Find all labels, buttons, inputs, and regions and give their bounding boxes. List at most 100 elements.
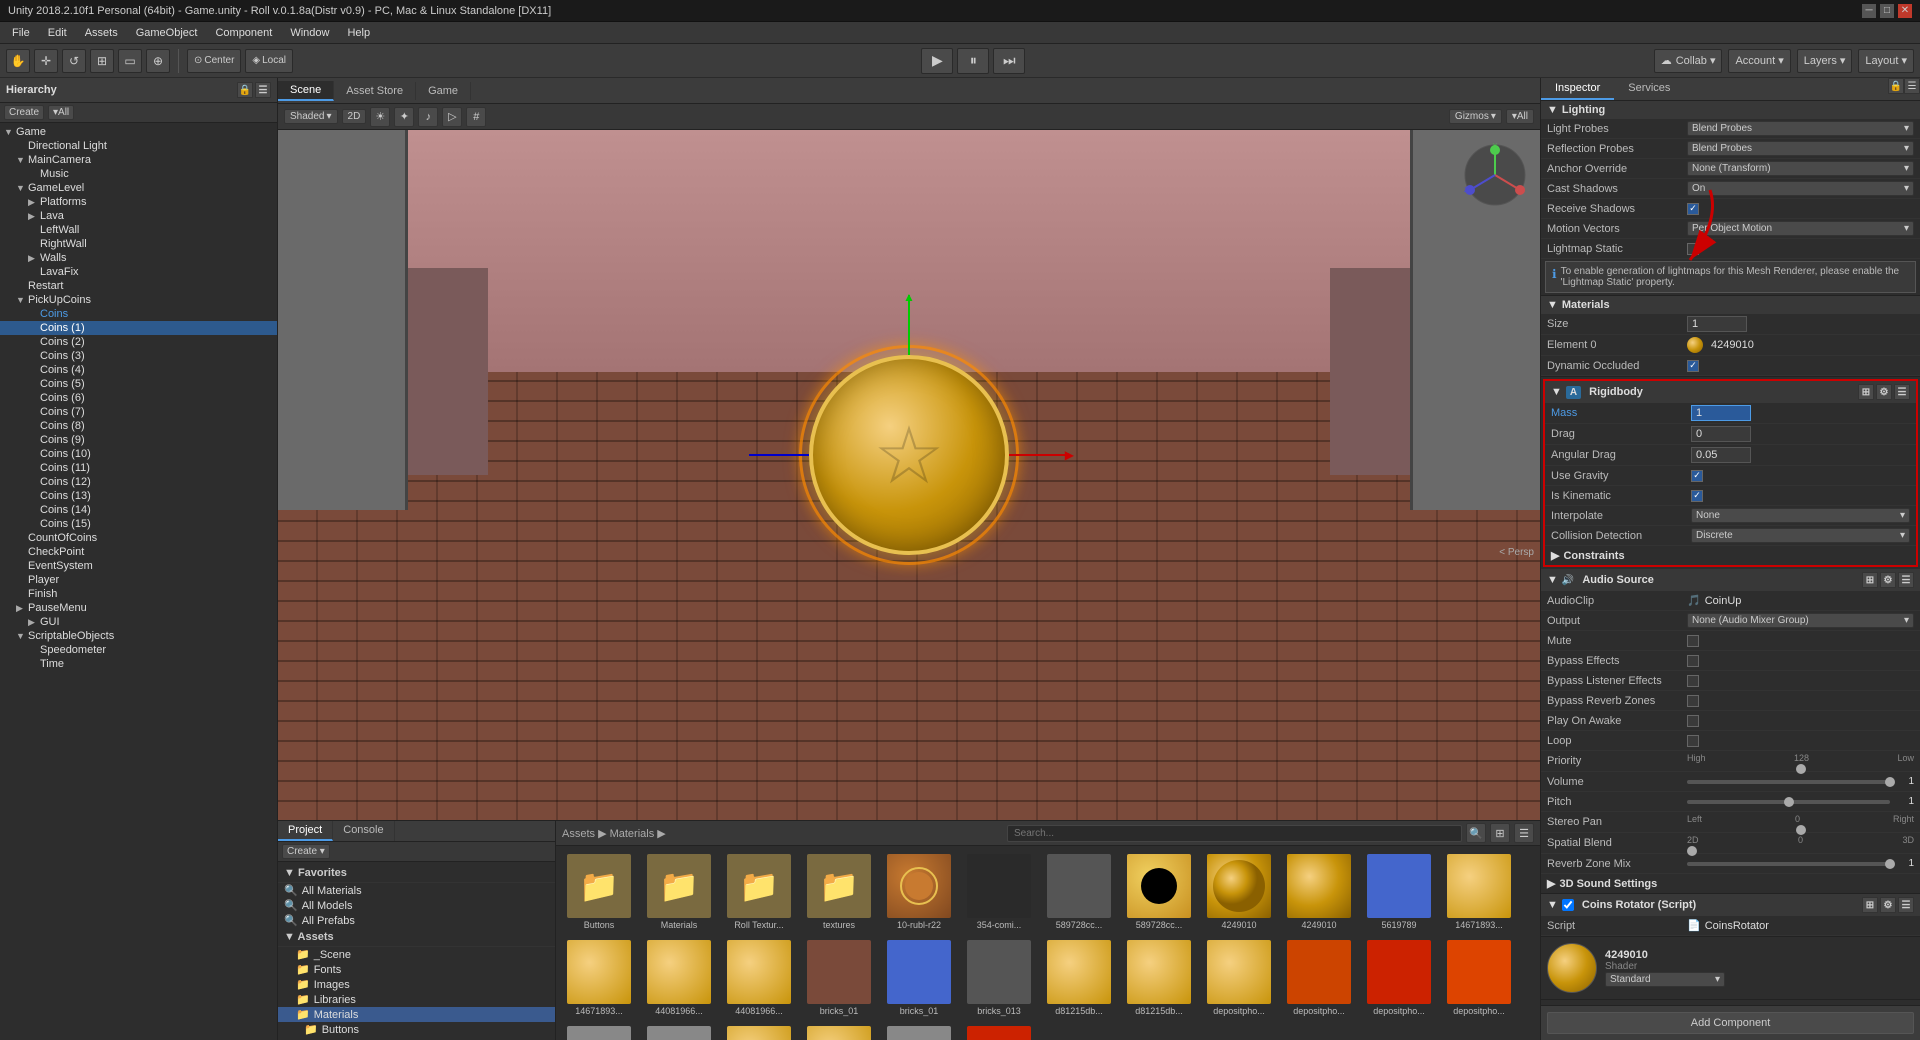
asset-14671893-1[interactable]: 14671893...: [1442, 852, 1516, 932]
asset-10rubl[interactable]: 10-rubl-r22: [882, 852, 956, 932]
asset-d81215db-2[interactable]: d81215db...: [1122, 938, 1196, 1018]
3d-sound-header[interactable]: ▶ 3D Sound Settings: [1541, 874, 1920, 893]
fav-all-materials[interactable]: 🔍 All Materials: [278, 883, 555, 898]
center-button[interactable]: ⊙ Center: [187, 49, 241, 73]
anchor-override-value[interactable]: None (Transform) ▾: [1687, 161, 1914, 176]
coins-rotator-header[interactable]: ▼ Coins Rotator (Script) ⊞ ⚙ ☰: [1541, 894, 1920, 916]
audio-settings-btn[interactable]: ⚙: [1880, 572, 1896, 588]
asset-depositpho-2[interactable]: depositpho...: [1282, 938, 1356, 1018]
h-item-finish[interactable]: Finish: [0, 587, 277, 601]
hierarchy-menu-button[interactable]: ☰: [255, 82, 271, 98]
h-item-speedometer[interactable]: Speedometer: [0, 643, 277, 657]
h-item-directional-light[interactable]: Directional Light: [0, 139, 277, 153]
menu-gameobject[interactable]: GameObject: [128, 25, 206, 41]
add-component-button[interactable]: Add Component: [1547, 1012, 1914, 1034]
asset-textures-folder[interactable]: 📁 textures: [802, 852, 876, 932]
h-item-coins-9[interactable]: Coins (9): [0, 433, 277, 447]
audioclip-value[interactable]: 🎵 CoinUp: [1687, 594, 1914, 607]
all-filter-dropdown[interactable]: ▾All: [1506, 109, 1534, 124]
fx-toggle[interactable]: ✦: [394, 107, 414, 127]
priority-slider-thumb[interactable]: [1796, 764, 1806, 774]
menu-window[interactable]: Window: [282, 25, 337, 41]
fav-scene[interactable]: 📁 _Scene: [278, 947, 555, 962]
h-item-coins-11[interactable]: Coins (11): [0, 461, 277, 475]
assets-search-input[interactable]: [1007, 825, 1462, 842]
motion-vectors-dropdown[interactable]: Per Object Motion ▾: [1687, 221, 1914, 236]
rigidbody-more-btn[interactable]: ☰: [1894, 384, 1910, 400]
bypass-reverb-checkbox[interactable]: [1687, 695, 1699, 707]
scene-gizmo[interactable]: Y X Z: [1460, 140, 1530, 210]
light-probes-dropdown[interactable]: Blend Probes ▾: [1687, 121, 1914, 136]
collision-detection-value[interactable]: Discrete ▾: [1691, 528, 1910, 543]
use-gravity-checkbox[interactable]: ✓: [1691, 470, 1703, 482]
fav-images[interactable]: 📁 Images: [278, 977, 555, 992]
coins-rotator-settings-btn[interactable]: ⚙: [1880, 897, 1896, 913]
asset-maxresdefa[interactable]: maxresdefa...: [962, 1024, 1036, 1040]
fav-buttons[interactable]: 📁 Buttons: [278, 1022, 555, 1037]
pitch-slider[interactable]: [1687, 800, 1890, 804]
lightmap-static-checkbox[interactable]: [1687, 243, 1699, 255]
h-item-checkpoint[interactable]: CheckPoint: [0, 545, 277, 559]
h-item-time[interactable]: Time: [0, 657, 277, 671]
h-item-coins-8[interactable]: Coins (8): [0, 419, 277, 433]
pitch-thumb[interactable]: [1784, 797, 1794, 807]
asset-44081966-1[interactable]: 44081966...: [642, 938, 716, 1018]
h-item-pausemenu[interactable]: ▶ PauseMenu: [0, 601, 277, 615]
menu-component[interactable]: Component: [207, 25, 280, 41]
asset-kirpich[interactable]: Kirpich_dli...: [882, 1024, 956, 1040]
h-item-game[interactable]: ▼ Game: [0, 125, 277, 139]
bypass-listener-checkbox[interactable]: [1687, 675, 1699, 687]
asset-44081966-2[interactable]: 44081966...: [722, 938, 796, 1018]
asset-5619789[interactable]: 5619789: [1362, 852, 1436, 932]
spatial-thumb[interactable]: [1687, 846, 1697, 856]
tab-services[interactable]: Services: [1614, 78, 1684, 100]
h-item-maincamera[interactable]: ▼ MainCamera: [0, 153, 277, 167]
tool-move[interactable]: ✛: [34, 49, 58, 73]
lighting-section-header[interactable]: ▼ Lighting: [1541, 101, 1920, 119]
coin-object[interactable]: ☆ ▲ ▶: [809, 355, 1009, 555]
asset-depositpho-1[interactable]: depositpho...: [1202, 938, 1276, 1018]
h-item-coins-12[interactable]: Coins (12): [0, 475, 277, 489]
fav-libraries[interactable]: 📁 Libraries: [278, 992, 555, 1007]
h-item-coins-7[interactable]: Coins (7): [0, 405, 277, 419]
h-item-pickupcoins[interactable]: ▼ PickUpCoins: [0, 293, 277, 307]
hierarchy-create-dropdown[interactable]: Create: [4, 105, 44, 120]
receive-shadows-checkbox[interactable]: ✓: [1687, 203, 1699, 215]
motion-vectors-value[interactable]: Per Object Motion ▾: [1687, 221, 1914, 236]
cast-shadows-value[interactable]: On ▾: [1687, 181, 1914, 196]
h-item-coins[interactable]: Coins: [0, 307, 277, 321]
asset-dsc9596[interactable]: dsc_9596-...: [642, 1024, 716, 1040]
tab-asset-store[interactable]: Asset Store: [334, 82, 416, 100]
hierarchy-filter-dropdown[interactable]: ▾All: [48, 105, 74, 120]
h-item-walls[interactable]: ▶ Walls: [0, 251, 277, 265]
rigidbody-settings-btn[interactable]: ⚙: [1876, 384, 1892, 400]
asset-4249010-1[interactable]: 4249010: [1202, 852, 1276, 932]
asset-image05-1[interactable]: image05: [722, 1024, 796, 1040]
h-item-lava[interactable]: ▶ Lava: [0, 209, 277, 223]
reflection-probes-dropdown[interactable]: Blend Probes ▾: [1687, 141, 1914, 156]
tool-rect[interactable]: ▭: [118, 49, 142, 73]
h-item-eventsystem[interactable]: EventSystem: [0, 559, 277, 573]
asset-bricks01-2[interactable]: bricks_01: [882, 938, 956, 1018]
h-item-leftwall[interactable]: LeftWall: [0, 223, 277, 237]
output-value[interactable]: None (Audio Mixer Group) ▾: [1687, 613, 1914, 628]
h-item-gui[interactable]: ▶ GUI: [0, 615, 277, 629]
h-item-coins-4[interactable]: Coins (4): [0, 363, 277, 377]
output-dropdown[interactable]: None (Audio Mixer Group) ▾: [1687, 613, 1914, 628]
maximize-button[interactable]: □: [1880, 4, 1894, 18]
h-item-coins-3[interactable]: Coins (3): [0, 349, 277, 363]
mass-input[interactable]: [1691, 405, 1751, 421]
gizmos-dropdown[interactable]: Gizmos ▾: [1449, 109, 1502, 124]
asset-14671893-2[interactable]: 14671893...: [562, 938, 636, 1018]
h-item-rightwall[interactable]: RightWall: [0, 237, 277, 251]
menu-assets[interactable]: Assets: [77, 25, 126, 41]
account-button[interactable]: Account ▾: [1728, 49, 1790, 73]
audio-toggle[interactable]: ♪: [418, 107, 438, 127]
asset-589728cc-1[interactable]: 589728cc...: [1042, 852, 1116, 932]
tab-game[interactable]: Game: [416, 82, 471, 100]
tool-scale[interactable]: ⊞: [90, 49, 114, 73]
angular-drag-input[interactable]: [1691, 447, 1751, 463]
coins-rotator-enabled[interactable]: [1562, 899, 1574, 911]
tab-project[interactable]: Project: [278, 821, 333, 841]
asset-buttons-folder[interactable]: 📁 Buttons: [562, 852, 636, 932]
